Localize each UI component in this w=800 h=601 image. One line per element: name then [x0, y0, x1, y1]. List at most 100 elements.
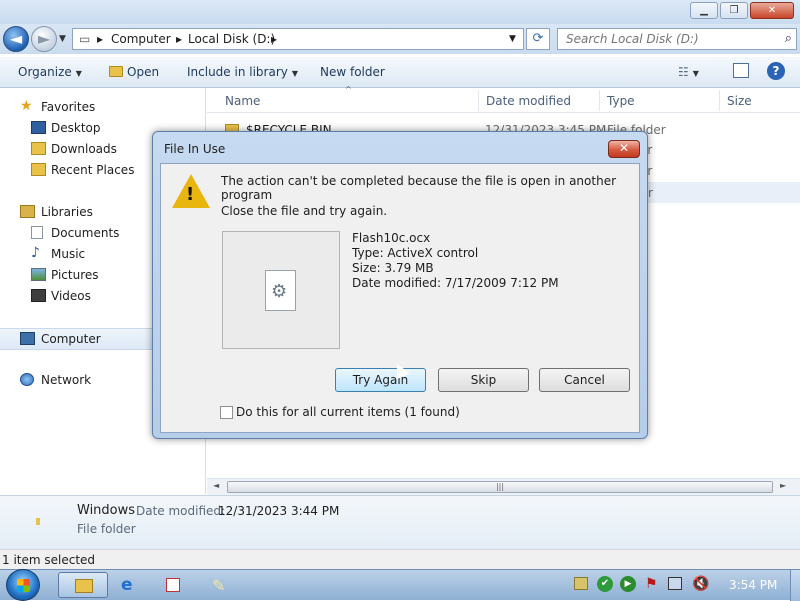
organize-menu[interactable]: Organize ▼ — [18, 65, 82, 79]
tray-network-icon[interactable] — [668, 577, 682, 590]
warning-exclamation-icon: ! — [186, 184, 195, 205]
scroll-right-icon[interactable]: ► — [780, 481, 786, 490]
details-date-label: Date modified: — [136, 504, 226, 518]
search-input[interactable] — [558, 29, 768, 49]
drive-icon: ▭ — [79, 32, 91, 46]
file-date-modified: Date modified: 7/17/2009 7:12 PM — [352, 276, 559, 290]
horizontal-scrollbar[interactable]: ◄ ||| ► — [207, 478, 800, 495]
column-divider[interactable] — [478, 90, 479, 111]
apply-to-all-label: Do this for all current items (1 found) — [236, 405, 460, 419]
activex-file-icon: ⚙ — [265, 270, 296, 311]
nav-favorites[interactable]: ★ Favorites — [0, 97, 206, 117]
internet-explorer-icon: e — [121, 575, 133, 595]
taskbar-app[interactable]: ✎ — [200, 572, 250, 598]
command-bar: Organize ▼ Open Include in library ▼ New f… — [0, 57, 800, 88]
include-in-library-menu[interactable]: Include in library ▼ — [187, 65, 298, 79]
downloads-folder-icon — [31, 142, 46, 155]
music-icon: ♪ — [31, 245, 40, 261]
nav-music-label: Music — [51, 247, 86, 261]
view-options-icon[interactable]: ☷ ▼ — [678, 65, 699, 79]
file-name: Flash10c.ocx — [352, 231, 431, 245]
minimize-button[interactable]: ▁ — [690, 2, 718, 19]
address-bar[interactable]: ▭ ▸ Computer ▸ Local Disk (D:) ▸ ▼ — [72, 28, 524, 50]
folder-icon — [109, 66, 123, 77]
tray-stack-icon[interactable] — [574, 577, 588, 590]
details-date: 12/31/2023 3:44 PM — [218, 504, 340, 518]
help-icon[interactable]: ? — [767, 62, 785, 80]
breadcrumb-computer[interactable]: Computer — [111, 32, 171, 46]
clock[interactable]: 3:54 PM — [729, 578, 777, 592]
sort-ascending-icon: ^ — [345, 85, 352, 94]
dialog-body: ! The action can't be completed because … — [160, 163, 640, 433]
nav-downloads-label: Downloads — [51, 142, 117, 156]
window-titlebar: ▁ ❐ ✕ — [0, 0, 800, 24]
column-type[interactable]: Type — [607, 94, 635, 108]
gear-icon: ⚙ — [271, 281, 288, 302]
dialog-close-button[interactable]: ✕ — [608, 140, 640, 158]
recent-places-icon — [31, 163, 46, 176]
chevron-down-icon: ▼ — [75, 69, 82, 78]
taskbar-explorer[interactable] — [58, 572, 108, 598]
search-icon[interactable]: ⌕ — [785, 31, 792, 46]
nav-pictures-label: Pictures — [51, 268, 99, 282]
open-label: Open — [127, 65, 160, 79]
column-name[interactable]: Name — [225, 94, 260, 108]
file-in-use-dialog: File In Use ✕ ! The action can't be comp… — [152, 131, 648, 439]
tray-flag-icon[interactable]: ⚑ — [645, 576, 658, 592]
status-text: 1 item selected — [2, 553, 96, 567]
organize-label: Organize — [18, 65, 72, 79]
column-date-modified[interactable]: Date modified — [486, 94, 571, 108]
nav-videos-label: Videos — [51, 289, 91, 303]
apply-to-all-checkbox[interactable] — [220, 406, 233, 419]
address-history-dropdown-icon[interactable]: ▼ — [509, 34, 516, 44]
chevron-down-icon: ▼ — [692, 69, 699, 78]
window-controls: ▁ ❐ ✕ — [690, 2, 794, 19]
column-divider[interactable] — [599, 90, 600, 111]
star-icon: ★ — [20, 98, 33, 114]
windows-logo-icon — [17, 579, 30, 592]
taskbar-app[interactable] — [150, 572, 200, 598]
file-type: Type: ActiveX control — [352, 246, 479, 260]
tray-shield-check-icon[interactable]: ✔ — [597, 576, 613, 592]
file-list-header: Name ^ Date modified Type Size — [207, 85, 800, 113]
forward-button[interactable]: ► — [31, 26, 57, 52]
nav-network-label: Network — [41, 373, 92, 387]
desktop-icon — [31, 121, 46, 134]
explorer-folder-icon — [75, 579, 93, 593]
column-size[interactable]: Size — [727, 94, 752, 108]
scroll-left-icon[interactable]: ◄ — [213, 481, 219, 490]
tray-play-icon[interactable]: ▶ — [620, 576, 636, 592]
start-button[interactable] — [6, 569, 40, 601]
breadcrumb-local-disk[interactable]: Local Disk (D:) — [188, 32, 275, 46]
column-divider[interactable] — [719, 90, 720, 111]
close-window-button[interactable]: ✕ — [750, 2, 794, 19]
recent-pages-dropdown-icon[interactable]: ▼ — [59, 34, 66, 44]
app-icon — [166, 578, 180, 592]
new-folder-button[interactable]: New folder — [320, 65, 385, 79]
computer-icon — [20, 332, 35, 345]
refresh-button[interactable]: ⟳ — [526, 28, 550, 50]
folder-icon — [36, 518, 40, 525]
scrollbar-thumb[interactable]: ||| — [227, 481, 773, 493]
open-button[interactable]: Open — [109, 65, 159, 79]
show-desktop-button[interactable] — [790, 570, 800, 601]
search-box[interactable]: ⌕ — [557, 28, 797, 50]
try-again-button[interactable]: Try Again — [335, 368, 426, 392]
navigation-row: ◄ ► ▼ ▭ ▸ Computer ▸ Local Disk (D:) ▸ ▼… — [0, 24, 800, 54]
taskbar: e ✎ ✔ ▶ ⚑ 🔇 3:54 PM — [0, 569, 800, 601]
app-icon: ✎ — [212, 576, 226, 595]
back-button[interactable]: ◄ — [3, 26, 29, 52]
breadcrumb-separator-icon[interactable]: ▸ — [97, 32, 103, 46]
breadcrumb-separator-icon[interactable]: ▸ — [271, 32, 277, 46]
preview-pane-icon[interactable] — [733, 63, 749, 78]
libraries-icon — [20, 205, 35, 218]
file-preview: ⚙ — [222, 231, 340, 349]
breadcrumb-separator-icon[interactable]: ▸ — [176, 32, 182, 46]
skip-button[interactable]: Skip — [438, 368, 529, 392]
include-label: Include in library — [187, 65, 288, 79]
cancel-button[interactable]: Cancel — [539, 368, 630, 392]
dialog-message: The action can't be completed because th… — [221, 174, 617, 202]
maximize-button[interactable]: ❐ — [720, 2, 748, 19]
details-pane: Windows Date modified: 12/31/2023 3:44 P… — [0, 495, 800, 549]
tray-volume-muted-icon[interactable]: 🔇 — [692, 576, 709, 592]
